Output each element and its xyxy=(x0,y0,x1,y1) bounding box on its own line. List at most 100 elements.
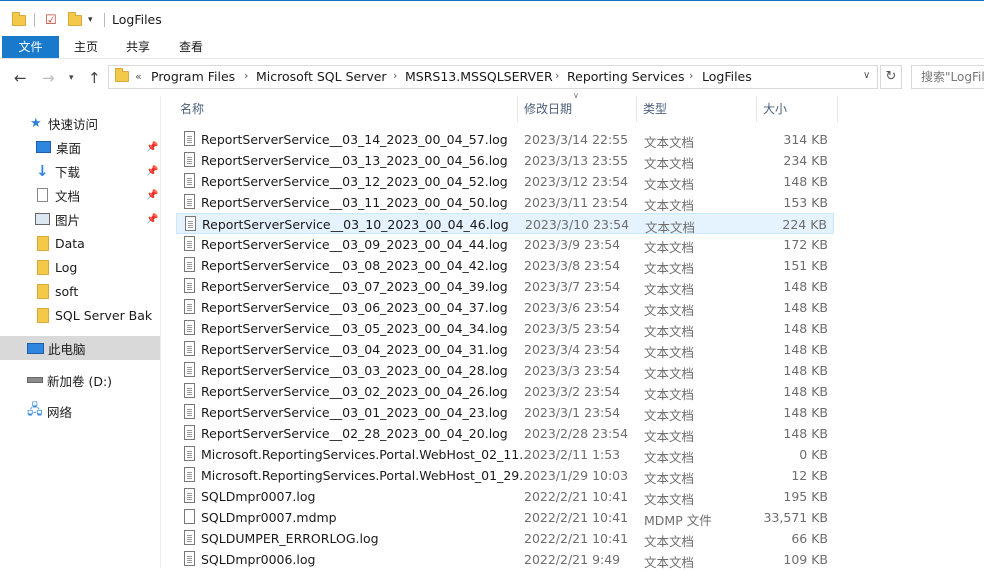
file-size: 148 KB xyxy=(783,405,828,420)
text-file-icon xyxy=(184,194,195,209)
file-size: 148 KB xyxy=(783,426,828,441)
file-type: 文本文档 xyxy=(644,450,695,465)
file-type: 文本文档 xyxy=(644,555,695,570)
nav-item-drive-d[interactable]: 新加卷 (D:) xyxy=(0,368,160,392)
file-date: 2022/2/21 10:41 xyxy=(524,531,629,546)
file-size: 224 KB xyxy=(782,217,827,232)
properties-check-icon[interactable]: ☑ xyxy=(45,11,57,29)
file-row[interactable]: ReportServerService__03_03_2023_00_04_28… xyxy=(176,360,834,381)
file-row[interactable]: Microsoft.ReportingServices.Portal.WebHo… xyxy=(176,465,834,486)
text-file-icon xyxy=(184,446,195,461)
back-arrow-icon[interactable]: ← xyxy=(14,69,27,87)
column-header-name[interactable]: 名称 xyxy=(174,96,518,122)
nav-label: 桌面 xyxy=(56,140,82,156)
file-row[interactable]: ReportServerService__03_14_2023_00_04_57… xyxy=(176,129,834,150)
breadcrumb-reporting-services[interactable]: Reporting Services xyxy=(567,69,684,84)
overflow-chevron[interactable]: « xyxy=(135,70,142,83)
text-file-icon xyxy=(185,216,196,231)
file-type: 文本文档 xyxy=(644,261,695,276)
file-date: 2022/2/21 9:49 xyxy=(524,552,621,567)
file-date: 2023/2/11 1:53 xyxy=(524,447,621,462)
text-file-icon xyxy=(184,299,195,314)
pin-icon[interactable]: 📌 xyxy=(146,214,158,225)
file-type: 文本文档 xyxy=(644,156,695,171)
tab-view[interactable]: 查看 xyxy=(171,36,211,58)
nav-item-soft[interactable]: soft xyxy=(0,279,160,303)
nav-label: 文档 xyxy=(55,188,81,204)
nav-item-documents[interactable]: 文档 📌 xyxy=(0,183,160,207)
address-bar-row: ← → ▾ ↑ « Program Files › Microsoft SQL … xyxy=(0,58,984,96)
file-row[interactable]: ReportServerService__03_04_2023_00_04_31… xyxy=(176,339,834,360)
file-row[interactable]: ReportServerService__03_02_2023_00_04_26… xyxy=(176,381,834,402)
tab-file[interactable]: 文件 xyxy=(2,36,59,58)
file-name: ReportServerService__03_14_2023_00_04_57… xyxy=(201,132,508,147)
address-dropdown-icon[interactable]: ∨ xyxy=(863,70,870,81)
file-row[interactable]: ReportServerService__03_07_2023_00_04_39… xyxy=(176,276,834,297)
file-row[interactable]: ReportServerService__03_05_2023_00_04_34… xyxy=(176,318,834,339)
search-input[interactable]: 搜索"LogFiles" xyxy=(911,65,984,89)
file-size: 148 KB xyxy=(783,174,828,189)
file-row[interactable]: ReportServerService__02_28_2023_00_04_20… xyxy=(176,423,834,444)
nav-item-downloads[interactable]: ↓ 下载 📌 xyxy=(0,159,160,183)
column-header-type[interactable]: 类型 xyxy=(637,96,757,122)
tab-share[interactable]: 共享 xyxy=(118,36,158,58)
desktop-icon xyxy=(36,141,51,153)
file-row[interactable]: ReportServerService__03_09_2023_00_04_44… xyxy=(176,234,834,255)
pin-icon[interactable]: 📌 xyxy=(146,190,158,201)
forward-arrow-icon[interactable]: → xyxy=(42,69,55,87)
folder-icon xyxy=(115,68,129,82)
file-row[interactable]: Microsoft.ReportingServices.Portal.WebHo… xyxy=(176,444,834,465)
folder-icon xyxy=(37,235,49,251)
file-date: 2023/3/14 22:55 xyxy=(524,132,629,147)
nav-label: Log xyxy=(55,259,78,275)
file-row[interactable]: ReportServerService__03_12_2023_00_04_52… xyxy=(176,171,834,192)
file-row[interactable]: SQLDUMPER_ERRORLOG.log 2022/2/21 10:41 文本文… xyxy=(176,528,834,549)
nav-item-quick-access[interactable]: ★ 快速访问 xyxy=(0,111,160,135)
file-type: 文本文档 xyxy=(644,534,695,549)
tab-home[interactable]: 主页 xyxy=(66,36,106,58)
file-row[interactable]: SQLDmpr0007.log 2022/2/21 10:41 文本文档 195 KB xyxy=(176,486,834,507)
file-row[interactable]: ReportServerService__03_08_2023_00_04_42… xyxy=(176,255,834,276)
nav-item-log[interactable]: Log xyxy=(0,255,160,279)
file-row[interactable]: ReportServerService__03_06_2023_00_04_37… xyxy=(176,297,834,318)
nav-item-network[interactable]: 🖧 网络 xyxy=(0,399,160,423)
column-header-size[interactable]: 大小 xyxy=(757,96,838,122)
file-row[interactable]: SQLDmpr0007.mdmp 2022/2/21 10:41 MDMP 文件 33… xyxy=(176,507,834,528)
nav-item-sql-server-bak[interactable]: SQL Server Bak xyxy=(0,303,160,327)
breadcrumb-separator-icon: › xyxy=(689,69,694,82)
text-file-icon xyxy=(184,362,195,377)
refresh-icon[interactable]: ↻ xyxy=(880,65,902,89)
nav-item-pictures[interactable]: 图片 📌 xyxy=(0,207,160,231)
nav-item-data[interactable]: Data xyxy=(0,231,160,255)
file-size: 314 KB xyxy=(783,132,828,147)
file-row[interactable]: SQLDmpr0006.log 2022/2/21 9:49 文本文档 109 KB xyxy=(176,549,834,570)
breadcrumb-sql-server[interactable]: Microsoft SQL Server xyxy=(256,69,387,84)
recent-dropdown-icon[interactable]: ▾ xyxy=(69,73,74,83)
up-arrow-icon[interactable]: ↑ xyxy=(88,69,101,87)
breadcrumb-logfiles[interactable]: LogFiles xyxy=(702,69,752,84)
breadcrumb-msrs[interactable]: MSRS13.MSSQLSERVER xyxy=(405,69,553,84)
pin-icon[interactable]: 📌 xyxy=(146,166,158,177)
column-header-date[interactable]: 修改日期 xyxy=(518,96,637,122)
file-row[interactable]: ReportServerService__03_10_2023_00_04_46… xyxy=(176,213,834,235)
file-size: 148 KB xyxy=(783,300,828,315)
title-bar: ☑ ▾ LogFiles xyxy=(0,0,984,36)
file-size: 109 KB xyxy=(783,552,828,567)
file-row[interactable]: ReportServerService__03_11_2023_00_04_50… xyxy=(176,192,834,213)
address-box[interactable]: « Program Files › Microsoft SQL Server ›… xyxy=(108,65,878,89)
quick-access-dropdown-icon[interactable]: ▾ xyxy=(88,11,93,29)
nav-item-desktop[interactable]: 桌面 📌 xyxy=(0,135,160,159)
breadcrumb-program-files[interactable]: Program Files xyxy=(151,69,235,84)
nav-label: 网络 xyxy=(47,404,73,420)
pin-icon[interactable]: 📌 xyxy=(146,142,158,153)
file-name: ReportServerService__03_08_2023_00_04_42… xyxy=(201,258,508,273)
file-type: 文本文档 xyxy=(644,429,695,444)
file-name: ReportServerService__03_12_2023_00_04_52… xyxy=(201,174,508,189)
new-folder-icon[interactable] xyxy=(68,11,82,29)
nav-item-this-pc[interactable]: 此电脑 xyxy=(0,336,160,360)
file-type: 文本文档 xyxy=(644,345,695,360)
file-row[interactable]: ReportServerService__03_01_2023_00_04_23… xyxy=(176,402,834,423)
file-size: 234 KB xyxy=(783,153,828,168)
file-size: 148 KB xyxy=(783,342,828,357)
file-row[interactable]: ReportServerService__03_13_2023_00_04_56… xyxy=(176,150,834,171)
